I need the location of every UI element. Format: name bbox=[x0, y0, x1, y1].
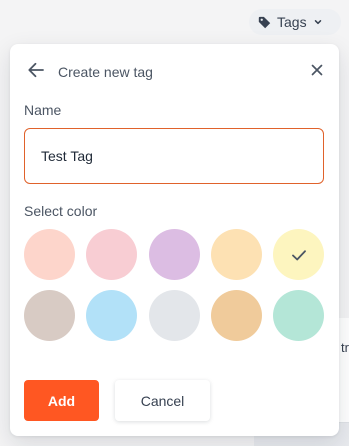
arrow-left-icon bbox=[26, 60, 46, 85]
color-swatch[interactable] bbox=[210, 229, 262, 280]
select-color-label: Select color bbox=[24, 203, 98, 219]
tags-label: Tags bbox=[277, 14, 307, 30]
color-swatch[interactable] bbox=[86, 229, 138, 280]
chevron-down-icon bbox=[313, 17, 323, 27]
color-swatch[interactable] bbox=[24, 229, 75, 280]
checkmark-icon bbox=[289, 245, 309, 265]
app-screen: Tags tr Create new tag Name Test Tag Sel… bbox=[0, 0, 349, 446]
popover-header: Create new tag bbox=[24, 60, 329, 84]
color-swatch-grid bbox=[24, 229, 324, 341]
name-label: Name bbox=[24, 102, 62, 118]
add-button[interactable]: Add bbox=[24, 380, 99, 421]
color-swatch[interactable] bbox=[273, 290, 324, 341]
tag-name-input[interactable] bbox=[24, 128, 324, 184]
create-tag-popover: Create new tag Name Select color Add Can… bbox=[10, 44, 339, 436]
color-swatch[interactable] bbox=[273, 229, 324, 280]
close-icon bbox=[310, 63, 324, 82]
cancel-button[interactable]: Cancel bbox=[115, 380, 210, 421]
background-peek-text: tr bbox=[341, 340, 349, 355]
color-swatch[interactable] bbox=[210, 290, 262, 341]
tag-icon bbox=[258, 16, 271, 29]
color-swatch[interactable] bbox=[148, 229, 200, 280]
back-button[interactable] bbox=[24, 60, 48, 84]
tags-dropdown-button[interactable]: Tags bbox=[249, 9, 341, 35]
color-swatch[interactable] bbox=[86, 290, 138, 341]
color-swatch[interactable] bbox=[24, 290, 75, 341]
close-button[interactable] bbox=[305, 60, 329, 84]
color-swatch[interactable] bbox=[148, 290, 200, 341]
popover-title: Create new tag bbox=[58, 64, 153, 80]
